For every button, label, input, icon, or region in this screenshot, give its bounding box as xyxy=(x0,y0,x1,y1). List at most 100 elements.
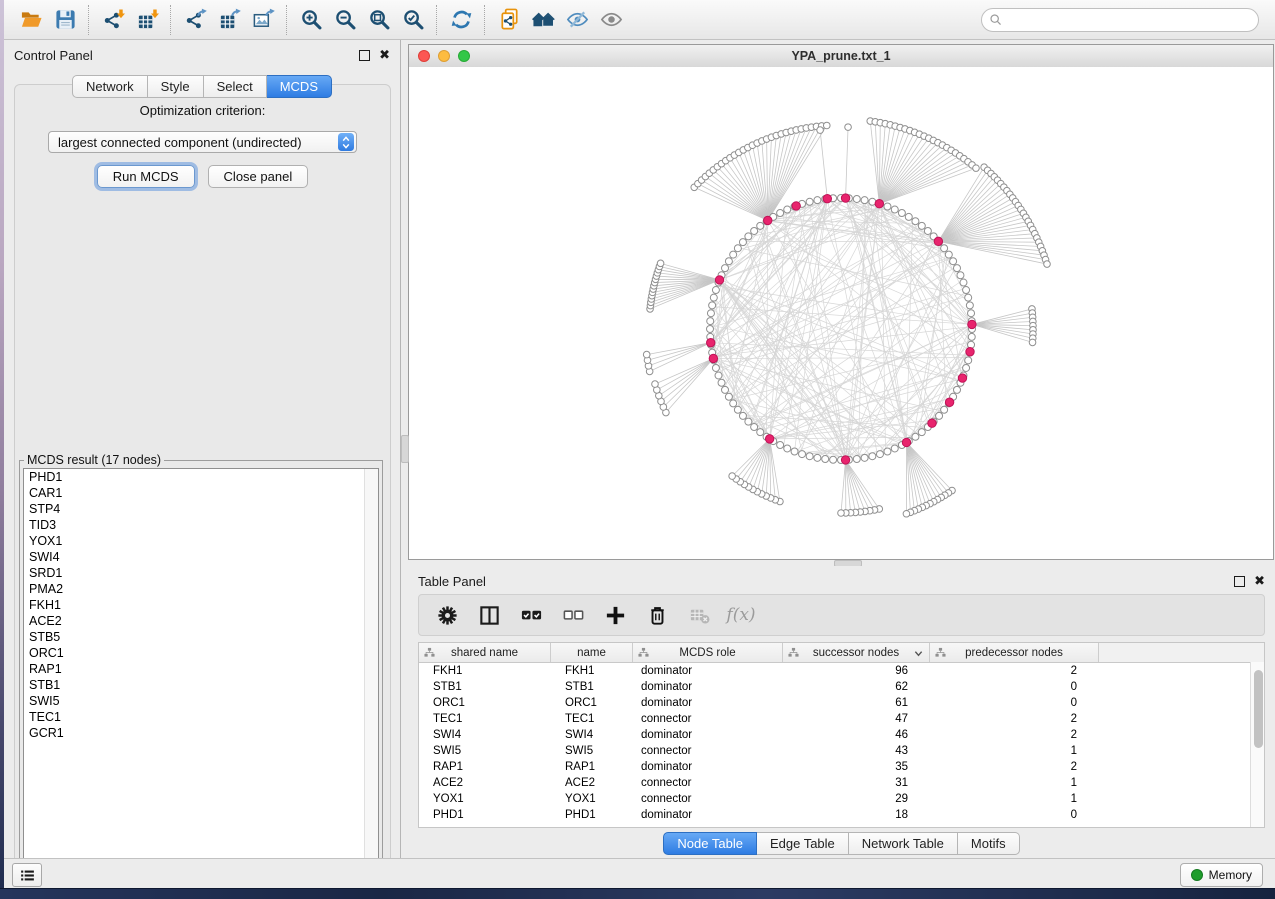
tab-edge-table[interactable]: Edge Table xyxy=(757,832,849,855)
tab-node-table[interactable]: Node Table xyxy=(663,832,757,855)
delete-row-button[interactable] xyxy=(641,599,673,631)
zoom-out-button[interactable] xyxy=(328,3,362,37)
optimization-criterion-label: Optimization criterion: xyxy=(15,103,390,118)
mcds-result-item[interactable]: STP4 xyxy=(24,501,378,517)
show-graphics-button[interactable] xyxy=(594,3,628,37)
close-panel-icon[interactable]: ✖ xyxy=(379,50,390,60)
deselect-all-icon xyxy=(562,604,585,627)
zoom-selected-button[interactable] xyxy=(396,3,430,37)
import-table-button[interactable] xyxy=(130,3,164,37)
network-graph[interactable] xyxy=(409,67,1273,559)
mcds-result-item[interactable]: SWI5 xyxy=(24,693,378,709)
table-row[interactable]: FKH1FKH1dominator962 xyxy=(419,663,1264,679)
table-row[interactable]: YOX1YOX1connector291 xyxy=(419,791,1264,807)
table-scrollbar-thumb[interactable] xyxy=(1254,670,1263,748)
task-history-button[interactable] xyxy=(12,863,42,887)
export-image-button[interactable] xyxy=(246,3,280,37)
cell: dominator xyxy=(633,727,783,743)
function-button[interactable]: f(x) xyxy=(725,599,757,631)
table-row[interactable]: RAP1RAP1dominator352 xyxy=(419,759,1264,775)
mcds-result-item[interactable]: RAP1 xyxy=(24,661,378,677)
memory-button[interactable]: Memory xyxy=(1180,863,1263,887)
close-panel-button[interactable]: Close panel xyxy=(208,165,309,188)
export-table-button[interactable] xyxy=(212,3,246,37)
mcds-result-item[interactable]: FKH1 xyxy=(24,597,378,613)
network-window-titlebar[interactable]: YPA_prune.txt_1 xyxy=(409,45,1273,68)
mcds-result-item[interactable]: GCR1 xyxy=(24,725,378,741)
table-row[interactable]: PHD1PHD1dominator180 xyxy=(419,807,1264,823)
network-window: YPA_prune.txt_1 xyxy=(408,44,1274,560)
mcds-result-item[interactable]: SWI4 xyxy=(24,549,378,565)
network-window-title: YPA_prune.txt_1 xyxy=(409,49,1273,63)
mcds-result-item[interactable]: ACE2 xyxy=(24,613,378,629)
mcds-result-item[interactable]: CAR1 xyxy=(24,485,378,501)
add-row-button[interactable] xyxy=(599,599,631,631)
zoom-in-button[interactable] xyxy=(294,3,328,37)
table-row[interactable]: SWI5SWI5connector431 xyxy=(419,743,1264,759)
zoom-fit-button[interactable] xyxy=(362,3,396,37)
table-row[interactable]: ORC1ORC1dominator610 xyxy=(419,695,1264,711)
search-input[interactable] xyxy=(1004,10,1258,30)
import-network-button[interactable] xyxy=(96,3,130,37)
cell: ACE2 xyxy=(551,775,633,791)
delete-table-button[interactable] xyxy=(683,599,715,631)
close-table-panel-icon[interactable]: ✖ xyxy=(1254,576,1265,586)
control-panel: Control Panel ✖ NetworkStyleSelectMCDS O… xyxy=(4,40,401,858)
mcds-result-item[interactable]: STB5 xyxy=(24,629,378,645)
tab-network-table[interactable]: Network Table xyxy=(849,832,958,855)
column-header-mcds-role[interactable]: MCDS role xyxy=(633,643,783,662)
search-field[interactable] xyxy=(981,8,1259,32)
mcds-result-list[interactable]: PHD1CAR1STP4TID3YOX1SWI4SRD1PMA2FKH1ACE2… xyxy=(23,468,379,862)
table-row[interactable]: ACE2ACE2connector311 xyxy=(419,775,1264,791)
mcds-list-scrollbar[interactable] xyxy=(364,469,378,861)
mcds-result-item[interactable]: YOX1 xyxy=(24,533,378,549)
run-mcds-button[interactable]: Run MCDS xyxy=(97,165,195,188)
cell: FKH1 xyxy=(551,663,633,679)
table-scrollbar[interactable] xyxy=(1250,662,1264,827)
criterion-dropdown[interactable]: largest connected component (undirected) xyxy=(48,131,357,153)
float-table-panel-icon[interactable] xyxy=(1234,576,1245,587)
export-network-button[interactable] xyxy=(178,3,212,37)
mcds-result-item[interactable]: ORC1 xyxy=(24,645,378,661)
toolbar-separator xyxy=(170,5,172,35)
share-document-button[interactable] xyxy=(492,3,526,37)
settings-button[interactable] xyxy=(431,599,463,631)
open-folder-button[interactable] xyxy=(14,3,48,37)
network-home-button[interactable] xyxy=(526,3,560,37)
hide-graphics-button[interactable] xyxy=(560,3,594,37)
column-header-shared-name[interactable]: shared name xyxy=(419,643,551,662)
tab-style[interactable]: Style xyxy=(148,75,204,98)
save-button[interactable] xyxy=(48,3,82,37)
mcds-result-item[interactable]: PHD1 xyxy=(24,469,378,485)
table-row[interactable]: STB1STB1dominator620 xyxy=(419,679,1264,695)
vertical-splitter-handle[interactable] xyxy=(401,435,409,463)
cell: 46 xyxy=(783,727,930,743)
cell: TEC1 xyxy=(551,711,633,727)
column-label: name xyxy=(577,647,606,659)
table-row[interactable]: SWI4SWI4dominator462 xyxy=(419,727,1264,743)
toolbar-separator xyxy=(286,5,288,35)
tab-mcds[interactable]: MCDS xyxy=(267,75,332,98)
cell: 18 xyxy=(783,807,930,823)
mcds-result-item[interactable]: TEC1 xyxy=(24,709,378,725)
select-all-button[interactable] xyxy=(515,599,547,631)
mcds-result-item[interactable]: STB1 xyxy=(24,677,378,693)
tab-select[interactable]: Select xyxy=(204,75,267,98)
table-row[interactable]: TEC1TEC1connector472 xyxy=(419,711,1264,727)
dropdown-stepper-icon xyxy=(338,133,354,151)
mcds-result-item[interactable]: SRD1 xyxy=(24,565,378,581)
deselect-all-button[interactable] xyxy=(557,599,589,631)
column-label: predecessor nodes xyxy=(965,647,1063,659)
columns-button[interactable] xyxy=(473,599,505,631)
column-header-predecessor-nodes[interactable]: predecessor nodes xyxy=(930,643,1099,662)
mcds-result-item[interactable]: TID3 xyxy=(24,517,378,533)
float-panel-icon[interactable] xyxy=(359,50,370,61)
tab-network[interactable]: Network xyxy=(72,75,148,98)
cell: YOX1 xyxy=(419,791,551,807)
refresh-button[interactable] xyxy=(444,3,478,37)
mcds-result-item[interactable]: PMA2 xyxy=(24,581,378,597)
network-canvas[interactable] xyxy=(409,67,1273,559)
column-header-successor-nodes[interactable]: successor nodes xyxy=(783,643,930,662)
tab-motifs[interactable]: Motifs xyxy=(958,832,1020,855)
column-header-name[interactable]: name xyxy=(551,643,633,662)
